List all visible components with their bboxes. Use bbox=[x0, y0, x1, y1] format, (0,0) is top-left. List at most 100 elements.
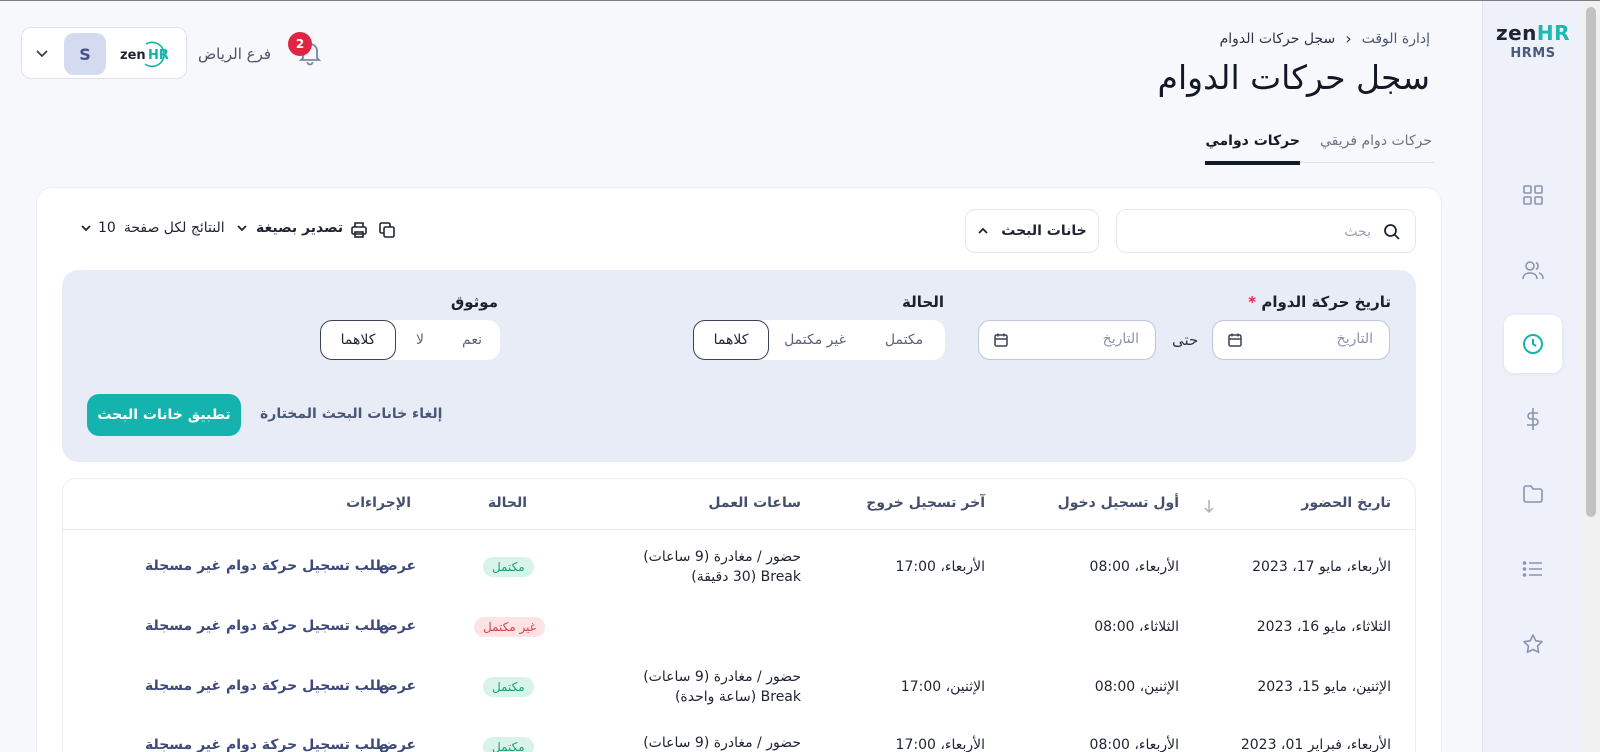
cell-date: الثلاثاء، مايو 16، 2023 bbox=[1256, 619, 1391, 635]
status-badge: غير مكتمل bbox=[474, 617, 546, 637]
trusted-filter-label: موثوق bbox=[450, 293, 498, 311]
request-missing-punch-link[interactable]: طلب تسجيل حركة دوام غير مسجلة bbox=[145, 618, 388, 634]
list-icon bbox=[1522, 561, 1542, 577]
page-title: سجل حركات الدوام bbox=[1157, 58, 1430, 97]
status-filter-label: الحالة bbox=[902, 293, 944, 311]
cell-date: الأربعاء، مايو 17، 2023 bbox=[1252, 559, 1391, 575]
breadcrumb-chevron-icon: ‹ bbox=[1345, 29, 1352, 48]
svg-text:HR: HR bbox=[148, 48, 169, 63]
cell-first-in: الثلاثاء، 08:00 bbox=[1094, 619, 1179, 635]
date-to-placeholder: التاريخ bbox=[1102, 331, 1139, 347]
cell-first-in: الأربعاء، 08:00 bbox=[1089, 737, 1179, 752]
main-sidebar: zenHR HRMS bbox=[1482, 1, 1582, 752]
search-icon bbox=[1384, 224, 1400, 240]
date-to-field[interactable]: التاريخ bbox=[978, 320, 1156, 360]
column-header-status[interactable]: الحالة bbox=[488, 495, 527, 511]
tab-team-attendance[interactable]: حركات دوام فريقي bbox=[1320, 126, 1432, 165]
per-page-selector[interactable]: 10 النتائج لكل صفحة bbox=[80, 220, 225, 236]
status-badge: مكتمل bbox=[483, 737, 534, 752]
sidebar-item-time[interactable] bbox=[1504, 315, 1562, 373]
cell-first-in: الأربعاء، 08:00 bbox=[1089, 559, 1179, 575]
calendar-icon bbox=[1228, 333, 1242, 347]
sidebar-item-requests[interactable] bbox=[1504, 540, 1562, 598]
cell-hours-line2: Break (30 دقيقة) bbox=[691, 569, 801, 585]
svg-text:zen: zen bbox=[120, 48, 146, 63]
date-from-field[interactable]: التاريخ bbox=[1212, 320, 1390, 360]
sidebar-item-payroll[interactable] bbox=[1504, 390, 1562, 448]
clock-icon bbox=[1523, 334, 1543, 354]
status-badge: مكتمل bbox=[483, 557, 534, 577]
trusted-option-both[interactable]: كلاهما bbox=[320, 320, 396, 360]
sidebar-item-favorites[interactable] bbox=[1504, 615, 1562, 673]
column-header-work-hours[interactable]: ساعات العمل bbox=[708, 495, 801, 511]
column-header-date[interactable]: تاريخ الحضور bbox=[1301, 495, 1391, 511]
users-icon bbox=[1522, 261, 1544, 280]
chevron-down-icon bbox=[237, 225, 247, 232]
search-input[interactable] bbox=[1151, 220, 1371, 244]
sort-arrow-icon[interactable] bbox=[1203, 499, 1215, 513]
apply-filters-button[interactable]: تطبيق خانات البحث bbox=[87, 394, 241, 436]
page-scrollbar[interactable] bbox=[1582, 1, 1600, 752]
notification-count-badge: 2 bbox=[288, 32, 312, 56]
sidebar-item-dashboard[interactable] bbox=[1504, 166, 1562, 224]
breadcrumb-parent[interactable]: إدارة الوقت bbox=[1362, 31, 1430, 47]
copy-icon[interactable] bbox=[378, 221, 396, 239]
branch-name: فرع الرياض bbox=[198, 45, 272, 63]
column-header-last-out[interactable]: آخر تسجيل خروج bbox=[866, 495, 985, 511]
avatar: S bbox=[64, 33, 106, 75]
folder-icon bbox=[1523, 485, 1543, 503]
tab-my-attendance[interactable]: حركات دوامي bbox=[1205, 126, 1300, 165]
per-page-label: النتائج لكل صفحة bbox=[123, 220, 225, 236]
status-option-both[interactable]: كلاهما bbox=[693, 320, 769, 360]
star-icon bbox=[1523, 634, 1543, 654]
breadcrumb: إدارة الوقت ‹ سجل حركات الدوام bbox=[1220, 29, 1430, 48]
attendance-table: تاريخ الحضور أول تسجيل دخول آخر تسجيل خر… bbox=[62, 478, 1416, 752]
dashboard-grid-icon bbox=[1523, 185, 1543, 205]
date-filter-label: تاريخ حركة الدوام * bbox=[1248, 293, 1391, 311]
cell-first-in: الإثنين، 08:00 bbox=[1094, 679, 1179, 695]
request-missing-punch-link[interactable]: طلب تسجيل حركة دوام غير مسجلة bbox=[145, 737, 388, 752]
chevron-down-icon bbox=[36, 50, 48, 58]
request-missing-punch-link[interactable]: طلب تسجيل حركة دوام غير مسجلة bbox=[145, 558, 388, 574]
status-option-complete[interactable]: مكتمل bbox=[863, 320, 945, 360]
column-header-actions: الإجراءات bbox=[346, 495, 411, 511]
trusted-option-no[interactable]: لا bbox=[396, 320, 444, 360]
chevron-up-icon bbox=[978, 227, 988, 234]
cell-hours-line2: Break (ساعة واحدة) bbox=[674, 689, 801, 705]
cell-last-out: الإثنين، 17:00 bbox=[900, 679, 985, 695]
brand-product: HRMS bbox=[1510, 46, 1556, 61]
export-dropdown[interactable]: تصدير بصيغة bbox=[236, 220, 343, 236]
breadcrumb-current: سجل حركات الدوام bbox=[1219, 30, 1336, 47]
window-top-border bbox=[0, 0, 1600, 1]
status-option-incomplete[interactable]: غير مكتمل bbox=[767, 320, 863, 360]
date-from-placeholder: التاريخ bbox=[1336, 331, 1373, 347]
until-label: حتى bbox=[1172, 331, 1199, 349]
cell-hours-line1: حضور / مغادرة (9 ساعات) bbox=[643, 549, 801, 565]
cell-hours-line1: حضور / مغادرة (9 ساعات) bbox=[643, 735, 801, 751]
status-badge: مكتمل bbox=[483, 677, 534, 697]
search-fields-label: خانات البحث bbox=[1001, 223, 1087, 239]
calendar-icon bbox=[994, 333, 1008, 347]
brand-name-part1: zen bbox=[1495, 21, 1537, 45]
column-header-first-in[interactable]: أول تسجيل دخول bbox=[1058, 495, 1179, 511]
brand-logo[interactable]: zenHR HRMS bbox=[1483, 21, 1583, 61]
company-logo: zen HR bbox=[120, 41, 169, 68]
chevron-down-icon bbox=[81, 225, 91, 232]
request-missing-punch-link[interactable]: طلب تسجيل حركة دوام غير مسجلة bbox=[145, 678, 388, 694]
trusted-option-yes[interactable]: نعم bbox=[444, 320, 500, 360]
search-box bbox=[1116, 209, 1416, 253]
cell-last-out: الأربعاء، 17:00 bbox=[895, 737, 985, 752]
account-menu[interactable]: S zen HR bbox=[21, 27, 187, 79]
cell-date: الإثنين، مايو 15، 2023 bbox=[1257, 679, 1391, 695]
print-icon[interactable] bbox=[350, 221, 368, 239]
tabs: حركات دوامي حركات دوام فريقي bbox=[1205, 126, 1432, 165]
search-filters-panel bbox=[62, 270, 1416, 462]
sidebar-item-employees[interactable] bbox=[1504, 241, 1562, 299]
cell-hours-line1: حضور / مغادرة (9 ساعات) bbox=[643, 669, 801, 685]
export-label: تصدير بصيغة bbox=[256, 220, 344, 236]
sidebar-item-documents[interactable] bbox=[1504, 465, 1562, 523]
scrollbar-thumb[interactable] bbox=[1586, 7, 1596, 517]
clear-filters-link[interactable]: إلغاء خانات البحث المختارة bbox=[260, 406, 442, 422]
per-page-value: 10 bbox=[98, 220, 116, 236]
search-fields-toggle-button[interactable]: خانات البحث bbox=[965, 209, 1099, 253]
